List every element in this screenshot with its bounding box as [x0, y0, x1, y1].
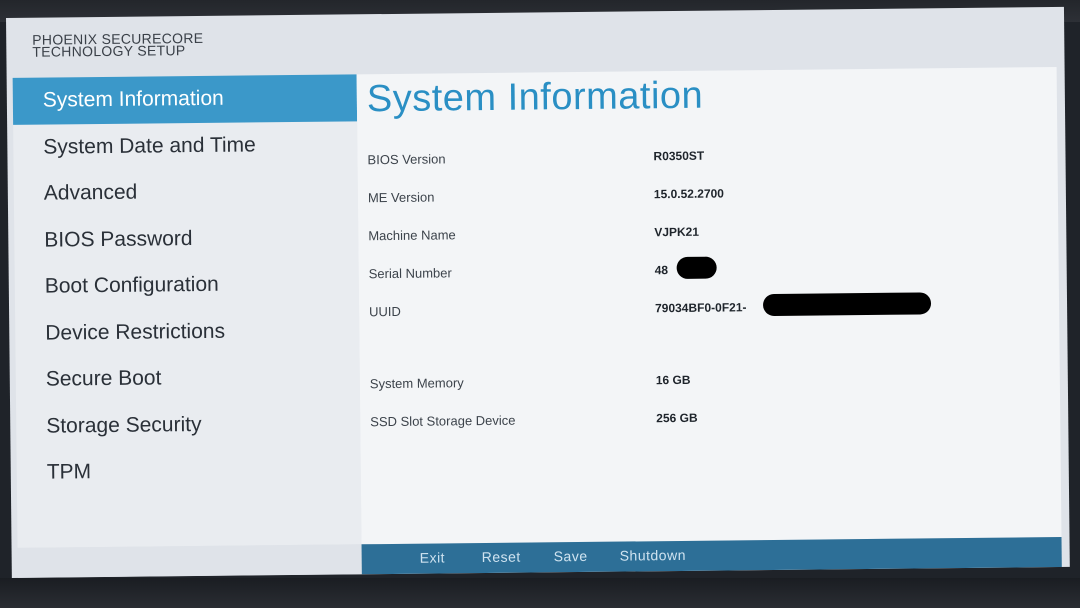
sidebar-footer [17, 544, 362, 578]
info-value: 16 GB [655, 372, 691, 388]
main-panel: System Information BIOS Version R0350ST … [356, 67, 1062, 545]
sidebar-item-bios-password[interactable]: BIOS Password [14, 214, 358, 264]
sidebar-item-device-restrictions[interactable]: Device Restrictions [15, 307, 359, 357]
save-button[interactable]: Save [554, 548, 588, 564]
info-label: Machine Name [368, 227, 456, 244]
page-title: System Information [366, 74, 704, 121]
redaction-mark [676, 256, 717, 279]
info-label: System Memory [369, 375, 464, 392]
info-value: 48 [654, 263, 669, 278]
info-label: SSD Slot Storage Device [370, 412, 516, 430]
sidebar-item-tpm[interactable]: TPM [17, 446, 361, 496]
info-row-serial-number: Serial Number 48 [359, 256, 1059, 290]
info-label: Serial Number [368, 265, 452, 282]
sidebar-item-storage-security[interactable]: Storage Security [16, 400, 360, 450]
info-value: 79034BF0-0F21- [655, 300, 747, 316]
sidebar-item-system-date-and-time[interactable]: System Date and Time [13, 121, 357, 171]
info-value: R0350ST [653, 148, 705, 164]
bios-screen: PHOENIX SECURECORE TECHNOLOGY SETUP Syst… [6, 6, 1070, 578]
sidebar-item-secure-boot[interactable]: Secure Boot [16, 353, 360, 403]
info-row-ssd-slot-storage-device: SSD Slot Storage Device 256 GB [360, 407, 1060, 438]
exit-button[interactable]: Exit [420, 549, 446, 565]
info-row-me-version: ME Version 15.0.52.2700 [358, 183, 1058, 214]
info-row-uuid: UUID 79034BF0-0F21- [359, 292, 1059, 328]
sidebar-item-system-information[interactable]: System Information [12, 74, 358, 125]
sidebar-item-boot-configuration[interactable]: Boot Configuration [15, 260, 359, 310]
redaction-mark [762, 292, 932, 317]
info-row-machine-name: Machine Name VJPK21 [358, 221, 1058, 252]
footer-bar: Exit Reset Save Shutdown [361, 536, 1062, 575]
info-value: 256 GB [656, 410, 698, 426]
brand-line-2: TECHNOLOGY SETUP [32, 42, 186, 60]
info-row-system-memory: System Memory 16 GB [360, 369, 1060, 400]
monitor-bezel-bottom [0, 578, 1080, 608]
sidebar-menu: System Information System Date and Time … [12, 74, 362, 548]
shutdown-button[interactable]: Shutdown [620, 547, 686, 564]
info-row-bios-version: BIOS Version R0350ST [357, 145, 1057, 176]
info-value: VJPK21 [654, 224, 700, 240]
brand-logo: PHOENIX SECURECORE TECHNOLOGY SETUP [32, 30, 203, 60]
info-label: ME Version [367, 189, 435, 206]
info-label: UUID [369, 303, 401, 320]
sidebar-item-advanced[interactable]: Advanced [14, 167, 358, 217]
info-value: 15.0.52.2700 [653, 186, 725, 202]
reset-button[interactable]: Reset [482, 549, 521, 565]
info-label: BIOS Version [367, 151, 446, 168]
